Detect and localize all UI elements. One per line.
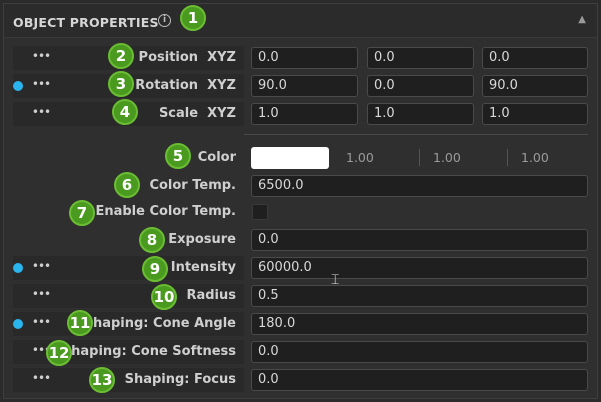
color-r-value[interactable]: 1.00 xyxy=(346,147,374,169)
panel-title: OBJECT PROPERTIES xyxy=(13,15,159,30)
radius-field[interactable]: 0.5 xyxy=(251,285,588,307)
cone-angle-label: Shaping: Cone Angle xyxy=(83,316,236,331)
intensity-label: Intensity xyxy=(170,260,236,275)
position-x-field[interactable]: 0.0 xyxy=(251,47,358,69)
section-divider xyxy=(244,134,588,135)
rotation-x-field[interactable]: 90.0 xyxy=(251,75,358,97)
callout-badge-5: 5 xyxy=(165,143,191,169)
cone-softness-label: Shaping: Cone Softness xyxy=(61,344,236,359)
callout-badge-10: 10 xyxy=(151,284,177,310)
keyframe-indicator[interactable] xyxy=(13,81,23,91)
callout-badge-13: 13 xyxy=(89,367,115,393)
color-separator xyxy=(507,149,508,166)
callout-badge-8: 8 xyxy=(139,227,165,253)
color-g-value[interactable]: 1.00 xyxy=(433,147,461,169)
cone-angle-field[interactable]: 180.0 xyxy=(251,313,588,335)
exposure-label: Exposure xyxy=(168,232,236,247)
more-options-icon[interactable]: ••• xyxy=(30,284,52,308)
keyframe-indicator[interactable] xyxy=(13,319,23,329)
enable-color-temp-label: Enable Color Temp. xyxy=(95,204,236,219)
panel-header[interactable]: OBJECT PROPERTIES i ▲ xyxy=(4,4,597,38)
color-temp-field[interactable]: 6500.0 xyxy=(251,175,588,197)
rotation-z-field[interactable]: 90.0 xyxy=(482,75,588,97)
more-options-icon[interactable]: ••• xyxy=(30,74,52,98)
more-options-icon[interactable]: ••• xyxy=(30,368,52,392)
callout-badge-2: 2 xyxy=(108,43,134,69)
callout-badge-3: 3 xyxy=(108,71,134,97)
callout-badge-7: 7 xyxy=(69,200,95,226)
color-temp-label: Color Temp. xyxy=(149,178,236,193)
scale-x-field[interactable]: 1.0 xyxy=(251,103,358,125)
focus-label: Shaping: Focus xyxy=(124,372,236,387)
enable-color-temp-checkbox[interactable] xyxy=(252,204,268,220)
callout-badge-6: 6 xyxy=(114,172,140,198)
more-options-icon[interactable]: ••• xyxy=(30,46,52,70)
color-label: Color xyxy=(197,150,236,165)
keyframe-indicator[interactable] xyxy=(13,263,23,273)
focus-field[interactable]: 0.0 xyxy=(251,369,588,391)
more-options-icon[interactable]: ••• xyxy=(30,312,52,336)
color-swatch[interactable] xyxy=(251,147,329,169)
rotation-y-field[interactable]: 0.0 xyxy=(367,75,474,97)
info-icon[interactable]: i xyxy=(158,14,171,27)
cone-softness-field[interactable]: 0.0 xyxy=(251,341,588,363)
position-y-field[interactable]: 0.0 xyxy=(367,47,474,69)
exposure-field[interactable]: 0.0 xyxy=(251,229,588,251)
radius-label: Radius xyxy=(186,288,236,303)
more-options-icon[interactable]: ••• xyxy=(30,102,52,126)
callout-badge-9: 9 xyxy=(142,256,168,282)
callout-badge-4: 4 xyxy=(112,99,138,125)
intensity-field[interactable]: 60000.0 xyxy=(251,257,588,279)
color-separator xyxy=(419,149,420,166)
callout-badge-11: 11 xyxy=(67,310,93,336)
position-label: Position XYZ xyxy=(138,50,236,65)
more-options-icon[interactable]: ••• xyxy=(30,256,52,280)
scale-z-field[interactable]: 1.0 xyxy=(482,103,588,125)
callout-badge-1: 1 xyxy=(180,5,206,31)
position-z-field[interactable]: 0.0 xyxy=(482,47,588,69)
chevron-up-icon[interactable]: ▲ xyxy=(578,14,586,25)
scale-y-field[interactable]: 1.0 xyxy=(367,103,474,125)
color-b-value[interactable]: 1.00 xyxy=(521,147,549,169)
rotation-label: Rotation XYZ xyxy=(135,78,236,93)
callout-badge-12: 12 xyxy=(46,340,72,366)
scale-label: Scale XYZ xyxy=(158,106,236,121)
